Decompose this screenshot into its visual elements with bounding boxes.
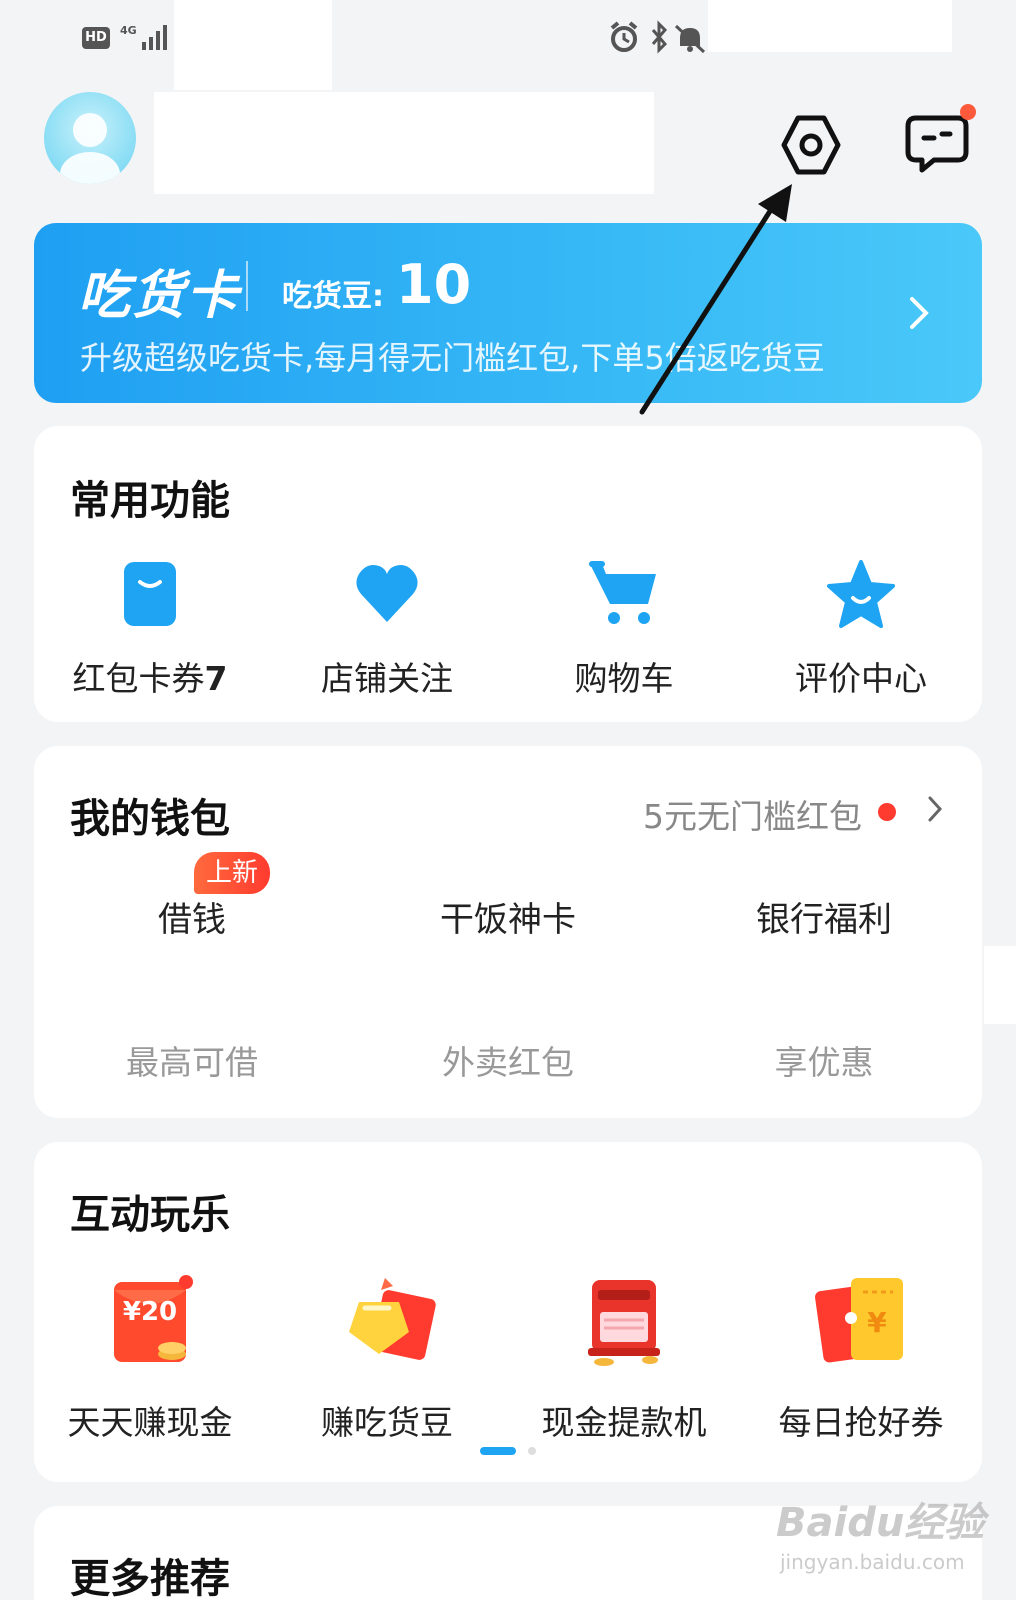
red-envelope-cash-icon: ¥20	[100, 1272, 200, 1372]
function-shop-follow[interactable]: 店铺关注	[271, 558, 503, 700]
star-icon	[827, 560, 895, 628]
section-title: 常用功能	[70, 478, 230, 524]
bluetooth-icon	[651, 20, 668, 54]
function-coupons[interactable]: 红包卡券7	[34, 558, 266, 700]
divider	[246, 261, 248, 311]
wallet-item-sub: 享优惠	[774, 1043, 874, 1082]
foodie-bean-label: 吃货豆:	[282, 279, 384, 314]
watermark-sub: jingyan.baidu.com	[780, 1550, 965, 1574]
wallet-item-bank-benefits[interactable]: 银行福利 享优惠	[666, 746, 982, 1118]
wallet-item-meal-card[interactable]: 干饭神卡 外卖红包	[350, 746, 666, 1118]
wallet-item-borrow[interactable]: 借钱 上新 最高可借	[34, 746, 350, 1118]
play-item-earn-beans[interactable]: 赚吃货豆	[271, 1272, 503, 1444]
watermark: Baidu经验 jingyan.baidu.com	[776, 1484, 996, 1584]
settings-button[interactable]	[776, 110, 846, 180]
hd-badge: HD	[82, 27, 110, 49]
wallet-card: 我的钱包 5元无门槛红包 借钱 上新 最高可借 干饭神卡 外卖红包 银行福利 享…	[34, 746, 982, 1118]
foodie-card-title: 吃货卡	[78, 266, 241, 326]
play-item-cash-machine[interactable]: 现金提款机	[508, 1272, 740, 1444]
status-mask-left	[174, 0, 332, 90]
coupon-count: 7	[204, 659, 228, 698]
alarm-icon	[610, 21, 638, 52]
function-review-center[interactable]: 评价中心	[745, 558, 977, 700]
play-item-daily-coupons[interactable]: ¥ 每日抢好券	[745, 1272, 977, 1444]
wallet-item-name: 干饭神卡	[440, 900, 576, 940]
wallet-item-name: 银行福利	[756, 900, 892, 940]
function-label: 红包卡券	[72, 659, 205, 698]
play-label: 每日抢好券	[778, 1403, 944, 1442]
coupon-amount: ¥	[867, 1306, 887, 1339]
function-label: 购物车	[574, 659, 674, 698]
settings-hex-icon	[781, 115, 841, 175]
wallet-item-name: 借钱	[158, 900, 226, 940]
status-icons	[610, 20, 706, 54]
heart-icon	[356, 565, 418, 622]
coupon-ticket-icon: ¥	[811, 1272, 911, 1372]
edge-mask	[984, 946, 1016, 1024]
signal-icon: 4G	[120, 24, 167, 50]
message-notification-dot	[960, 104, 976, 120]
play-label: 天天赚现金	[67, 1403, 233, 1442]
common-functions-card: 常用功能 红包卡券7 店铺关注 购物车 评价中心	[34, 426, 982, 722]
username-mask	[154, 92, 654, 194]
status-mask-right	[708, 0, 952, 52]
status-bar: HD 4G	[0, 0, 1016, 90]
message-button[interactable]	[904, 110, 970, 176]
function-label: 评价中心	[795, 659, 927, 698]
foodie-card-banner[interactable]: 吃货卡 吃货豆: 10 升级超级吃货卡,每月得无门槛红包,下单5倍返吃货豆	[34, 223, 982, 403]
message-bubble-icon	[905, 115, 969, 173]
play-label: 赚吃货豆	[321, 1403, 453, 1442]
wallet-item-sub: 最高可借	[126, 1043, 258, 1082]
cash-amount: ¥20	[123, 1297, 177, 1327]
function-cart[interactable]: 购物车	[508, 558, 740, 700]
coupon-icon	[124, 562, 176, 626]
play-item-daily-cash[interactable]: ¥20 天天赚现金	[34, 1272, 266, 1444]
section-title: 互动玩乐	[70, 1192, 230, 1238]
foodie-card-description: 升级超级吃货卡,每月得无门槛红包,下单5倍返吃货豆	[80, 339, 825, 377]
interactive-card: 互动玩乐 ¥20 天天赚现金 赚吃货豆 现金提款机 ¥ 每日抢好券	[34, 1142, 982, 1482]
watermark-text: Baidu经验	[776, 1500, 985, 1546]
user-silhouette-icon	[60, 113, 120, 184]
function-label: 店铺关注	[321, 659, 453, 698]
page-dot-active	[480, 1447, 516, 1455]
cart-icon	[589, 561, 656, 624]
network-label: 4G	[120, 24, 137, 37]
wallet-item-sub: 外卖红包	[442, 1043, 574, 1082]
atm-icon	[574, 1272, 674, 1372]
mute-icon	[674, 24, 706, 54]
page-dot	[528, 1447, 536, 1455]
play-label: 现金提款机	[541, 1403, 707, 1442]
foodie-bean-value: 10	[396, 253, 472, 316]
new-badge: 上新	[194, 852, 270, 894]
section-title: 更多推荐	[70, 1556, 230, 1600]
chevron-right-icon	[910, 297, 929, 329]
avatar[interactable]	[44, 92, 136, 184]
bean-gift-icon	[337, 1272, 437, 1372]
